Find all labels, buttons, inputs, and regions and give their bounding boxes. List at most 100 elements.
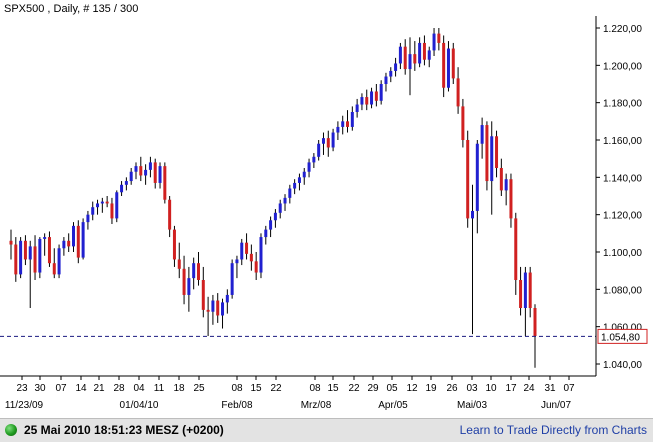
x-day-label: 26 <box>446 383 458 394</box>
x-month-label: Jun/07 <box>541 400 571 411</box>
candle-body <box>71 225 75 247</box>
candle-body <box>331 132 335 148</box>
candle-body <box>533 308 537 336</box>
x-month-label: 11/23/09 <box>5 400 44 411</box>
candle-body <box>451 48 455 79</box>
candle-body <box>394 63 398 71</box>
y-tick-label: 1.200,00 <box>603 61 642 72</box>
candle-body <box>273 212 277 221</box>
candle-body <box>312 156 316 163</box>
x-day-label: 10 <box>485 383 497 394</box>
candle-body <box>336 126 340 133</box>
last-price-label: 1.054,80 <box>601 332 640 343</box>
candle-body <box>413 54 417 64</box>
x-day-label: 23 <box>16 383 28 394</box>
candle-body <box>480 125 484 144</box>
candle-body <box>196 263 200 280</box>
candle-body <box>384 76 388 84</box>
x-day-label: 17 <box>505 383 517 394</box>
candle-body <box>297 177 301 183</box>
candle-body <box>418 42 422 64</box>
candle-body <box>134 166 138 172</box>
candle-body <box>168 199 172 230</box>
x-day-label: 07 <box>563 383 575 394</box>
candle-body <box>427 50 431 60</box>
candle-body <box>471 210 475 219</box>
candle-body <box>293 182 297 189</box>
candle-body <box>519 280 523 308</box>
y-tick-label: 1.120,00 <box>603 211 642 222</box>
candle-body <box>278 203 282 213</box>
candle-body <box>153 162 157 183</box>
x-day-label: 07 <box>55 383 67 394</box>
x-day-label: 15 <box>250 383 262 394</box>
candle-body <box>360 97 364 105</box>
candle-body <box>514 218 518 280</box>
x-month-label: Feb/08 <box>221 400 253 411</box>
candle-body <box>47 237 51 264</box>
candle-body <box>288 188 292 198</box>
candle-body <box>120 184 124 193</box>
candle-body <box>201 280 205 310</box>
status-datetime: 25 Mai 2010 18:51:23 MESZ (+0200) <box>24 423 224 437</box>
y-tick-label: 1.180,00 <box>603 99 642 110</box>
candle-body <box>504 179 508 191</box>
candle-body <box>495 136 499 168</box>
candle-body <box>259 237 263 273</box>
candle-body <box>235 259 239 264</box>
candle-body <box>67 240 71 247</box>
candle-body <box>211 300 215 312</box>
candle-body <box>403 46 407 70</box>
x-day-label: 14 <box>75 383 87 394</box>
x-day-label: 21 <box>93 383 105 394</box>
x-day-label: 22 <box>270 383 282 394</box>
candle-body <box>115 192 119 219</box>
candle-body <box>206 309 210 312</box>
candle-body <box>230 263 234 295</box>
candle-body <box>158 166 162 183</box>
last-price-marker: 1.054,80 <box>597 328 648 344</box>
candle-body <box>249 253 253 262</box>
learn-to-trade-link[interactable]: Learn to Trade Directly from Charts <box>460 423 647 437</box>
candle-body <box>225 294 229 303</box>
x-day-label: 22 <box>348 383 360 394</box>
candle-body <box>283 197 287 204</box>
candle-body <box>466 140 470 219</box>
x-day-label: 29 <box>367 383 379 394</box>
price-chart[interactable]: SPX500 , Daily, # 135 / 300 1.040,001.06… <box>0 0 653 418</box>
candle-body <box>389 70 393 77</box>
candle-body <box>461 106 465 140</box>
candle-body <box>124 181 128 185</box>
candle-body <box>9 240 13 245</box>
green-circle-icon <box>5 424 17 436</box>
candle-body <box>139 166 143 176</box>
x-month-label: Mai/03 <box>457 400 487 411</box>
x-day-label: 18 <box>173 383 185 394</box>
x-month-label: Mrz/08 <box>301 400 332 411</box>
candle-body <box>442 42 446 88</box>
x-day-label: 04 <box>133 383 145 394</box>
candle-body <box>528 272 532 308</box>
candle-body <box>485 125 489 182</box>
candle-body <box>14 244 18 275</box>
candle-body <box>129 171 133 182</box>
chart-title: SPX500 , Daily, # 135 / 300 <box>4 3 138 15</box>
candle-body <box>509 179 513 219</box>
x-month-label: Apr/05 <box>378 400 408 411</box>
x-day-label: 08 <box>309 383 321 394</box>
candle-body <box>28 246 32 260</box>
candle-body <box>148 162 152 170</box>
y-tick-label: 1.160,00 <box>603 136 642 147</box>
candle-body <box>86 214 90 223</box>
candle-body <box>264 229 268 238</box>
candle-body <box>475 143 479 211</box>
candle-body <box>100 201 104 204</box>
candle-body <box>374 91 378 101</box>
candle-body <box>523 272 527 308</box>
candle-body <box>499 168 503 191</box>
candle-body <box>446 48 450 88</box>
y-tick-label: 1.220,00 <box>603 24 642 35</box>
candle-body <box>355 104 359 112</box>
candle-body <box>326 138 330 148</box>
candle-body <box>321 138 325 144</box>
